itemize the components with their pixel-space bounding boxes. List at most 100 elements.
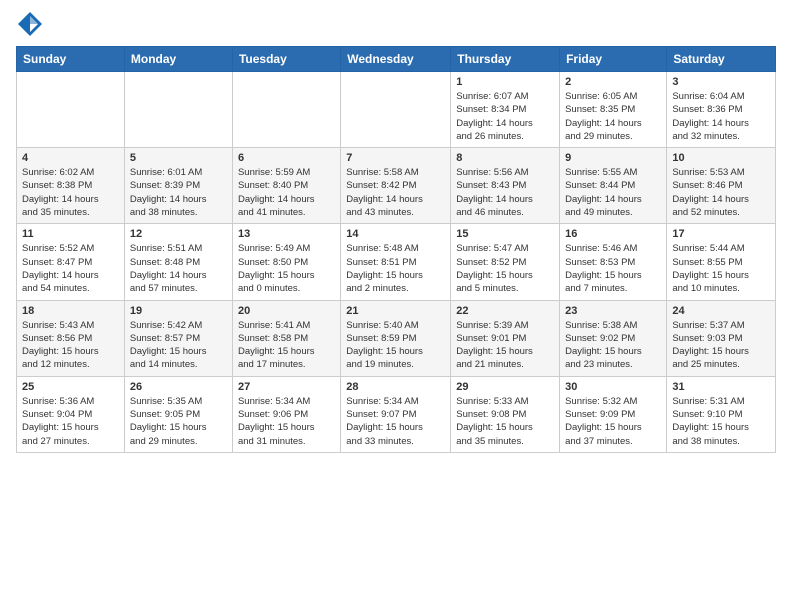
calendar-cell: 29Sunrise: 5:33 AM Sunset: 9:08 PM Dayli… [451,376,560,452]
day-number: 23 [565,305,661,317]
day-info: Sunrise: 5:33 AM Sunset: 9:08 PM Dayligh… [456,395,554,448]
day-info: Sunrise: 6:01 AM Sunset: 8:39 PM Dayligh… [130,166,227,219]
header-cell-monday: Monday [124,47,232,72]
day-info: Sunrise: 5:51 AM Sunset: 8:48 PM Dayligh… [130,242,227,295]
calendar-header-row: SundayMondayTuesdayWednesdayThursdayFrid… [17,47,776,72]
header-cell-wednesday: Wednesday [341,47,451,72]
day-info: Sunrise: 5:53 AM Sunset: 8:46 PM Dayligh… [672,166,770,219]
day-number: 5 [130,152,227,164]
page: SundayMondayTuesdayWednesdayThursdayFrid… [0,0,792,469]
day-number: 8 [456,152,554,164]
calendar-cell: 12 Sunrise: 5:51 AM Sunset: 8:48 PM Dayli… [124,224,232,300]
day-number: 26 [130,381,227,393]
calendar-cell: 30 Sunrise: 5:32 AM Sunset: 9:09 PM Dayli… [560,376,667,452]
calendar-week-5: 25Sunrise: 5:36 AM Sunset: 9:04 PM Dayli… [17,376,776,452]
day-info: Sunrise: 5:47 AM Sunset: 8:52 PM Dayligh… [456,242,554,295]
header-cell-sunday: Sunday [17,47,125,72]
day-info: Sunrise: 6:04 AM Sunset: 8:36 PM Dayligh… [672,90,770,143]
day-number: 13 [238,228,335,240]
calendar-cell: 24 Sunrise: 5:37 AM Sunset: 9:03 PM Dayli… [667,300,776,376]
calendar-cell: 10 Sunrise: 5:53 AM Sunset: 8:46 PM Dayli… [667,148,776,224]
calendar-cell: 28 Sunrise: 5:34 AM Sunset: 9:07 PM Dayli… [341,376,451,452]
day-info: Sunrise: 5:35 AM Sunset: 9:05 PM Dayligh… [130,395,227,448]
calendar-cell: 27 Sunrise: 5:34 AM Sunset: 9:06 PM Dayli… [232,376,340,452]
calendar-week-1: 1 Sunrise: 6:07 AM Sunset: 8:34 PM Daylig… [17,72,776,148]
calendar-cell: 25Sunrise: 5:36 AM Sunset: 9:04 PM Dayli… [17,376,125,452]
day-info: Sunrise: 5:48 AM Sunset: 8:51 PM Dayligh… [346,242,445,295]
calendar-cell: 16Sunrise: 5:46 AM Sunset: 8:53 PM Dayli… [560,224,667,300]
day-number: 6 [238,152,335,164]
day-info: Sunrise: 5:58 AM Sunset: 8:42 PM Dayligh… [346,166,445,219]
day-info: Sunrise: 5:59 AM Sunset: 8:40 PM Dayligh… [238,166,335,219]
day-info: Sunrise: 5:44 AM Sunset: 8:55 PM Dayligh… [672,242,770,295]
calendar-cell: 5 Sunrise: 6:01 AM Sunset: 8:39 PM Daylig… [124,148,232,224]
day-number: 12 [130,228,227,240]
calendar-cell: 26 Sunrise: 5:35 AM Sunset: 9:05 PM Dayli… [124,376,232,452]
day-number: 9 [565,152,661,164]
day-number: 10 [672,152,770,164]
day-info: Sunrise: 6:05 AM Sunset: 8:35 PM Dayligh… [565,90,661,143]
day-info: Sunrise: 5:52 AM Sunset: 8:47 PM Dayligh… [22,242,119,295]
calendar-week-3: 11Sunrise: 5:52 AM Sunset: 8:47 PM Dayli… [17,224,776,300]
day-number: 31 [672,381,770,393]
calendar-cell: 19 Sunrise: 5:42 AM Sunset: 8:57 PM Dayli… [124,300,232,376]
calendar-cell: 9 Sunrise: 5:55 AM Sunset: 8:44 PM Daylig… [560,148,667,224]
day-info: Sunrise: 5:41 AM Sunset: 8:58 PM Dayligh… [238,319,335,372]
calendar-cell: 6 Sunrise: 5:59 AM Sunset: 8:40 PM Daylig… [232,148,340,224]
day-info: Sunrise: 5:40 AM Sunset: 8:59 PM Dayligh… [346,319,445,372]
day-info: Sunrise: 5:55 AM Sunset: 8:44 PM Dayligh… [565,166,661,219]
day-info: Sunrise: 6:02 AM Sunset: 8:38 PM Dayligh… [22,166,119,219]
calendar-cell [124,72,232,148]
day-info: Sunrise: 5:56 AM Sunset: 8:43 PM Dayligh… [456,166,554,219]
logo [16,10,48,38]
logo-icon [16,10,44,38]
day-info: Sunrise: 5:31 AM Sunset: 9:10 PM Dayligh… [672,395,770,448]
day-number: 15 [456,228,554,240]
day-info: Sunrise: 5:43 AM Sunset: 8:56 PM Dayligh… [22,319,119,372]
calendar-table: SundayMondayTuesdayWednesdayThursdayFrid… [16,46,776,453]
header-cell-thursday: Thursday [451,47,560,72]
calendar-cell: 4 Sunrise: 6:02 AM Sunset: 8:38 PM Daylig… [17,148,125,224]
calendar-cell: 17 Sunrise: 5:44 AM Sunset: 8:55 PM Dayli… [667,224,776,300]
calendar-cell: 11Sunrise: 5:52 AM Sunset: 8:47 PM Dayli… [17,224,125,300]
day-number: 22 [456,305,554,317]
day-number: 25 [22,381,119,393]
calendar-cell: 21 Sunrise: 5:40 AM Sunset: 8:59 PM Dayli… [341,300,451,376]
header-cell-friday: Friday [560,47,667,72]
day-info: Sunrise: 5:37 AM Sunset: 9:03 PM Dayligh… [672,319,770,372]
calendar-cell: 1 Sunrise: 6:07 AM Sunset: 8:34 PM Daylig… [451,72,560,148]
calendar-cell: 18 Sunrise: 5:43 AM Sunset: 8:56 PM Dayli… [17,300,125,376]
calendar-cell [341,72,451,148]
calendar-cell: 13Sunrise: 5:49 AM Sunset: 8:50 PM Dayli… [232,224,340,300]
day-number: 17 [672,228,770,240]
calendar-cell: 14 Sunrise: 5:48 AM Sunset: 8:51 PM Dayli… [341,224,451,300]
day-number: 30 [565,381,661,393]
day-number: 21 [346,305,445,317]
day-number: 19 [130,305,227,317]
calendar-cell [232,72,340,148]
day-info: Sunrise: 5:34 AM Sunset: 9:07 PM Dayligh… [346,395,445,448]
day-number: 4 [22,152,119,164]
calendar-cell: 7 Sunrise: 5:58 AM Sunset: 8:42 PM Daylig… [341,148,451,224]
day-info: Sunrise: 5:42 AM Sunset: 8:57 PM Dayligh… [130,319,227,372]
day-number: 20 [238,305,335,317]
day-number: 3 [672,76,770,88]
calendar-cell: 8 Sunrise: 5:56 AM Sunset: 8:43 PM Daylig… [451,148,560,224]
day-info: Sunrise: 5:32 AM Sunset: 9:09 PM Dayligh… [565,395,661,448]
header-cell-tuesday: Tuesday [232,47,340,72]
day-number: 18 [22,305,119,317]
day-number: 1 [456,76,554,88]
calendar-cell: 20 Sunrise: 5:41 AM Sunset: 8:58 PM Dayli… [232,300,340,376]
day-info: Sunrise: 5:34 AM Sunset: 9:06 PM Dayligh… [238,395,335,448]
day-number: 24 [672,305,770,317]
header-cell-saturday: Saturday [667,47,776,72]
day-info: Sunrise: 6:07 AM Sunset: 8:34 PM Dayligh… [456,90,554,143]
calendar-week-4: 18 Sunrise: 5:43 AM Sunset: 8:56 PM Dayli… [17,300,776,376]
calendar-cell [17,72,125,148]
day-number: 7 [346,152,445,164]
day-number: 28 [346,381,445,393]
header [16,10,776,38]
calendar-cell: 22Sunrise: 5:39 AM Sunset: 9:01 PM Dayli… [451,300,560,376]
day-number: 27 [238,381,335,393]
day-number: 14 [346,228,445,240]
